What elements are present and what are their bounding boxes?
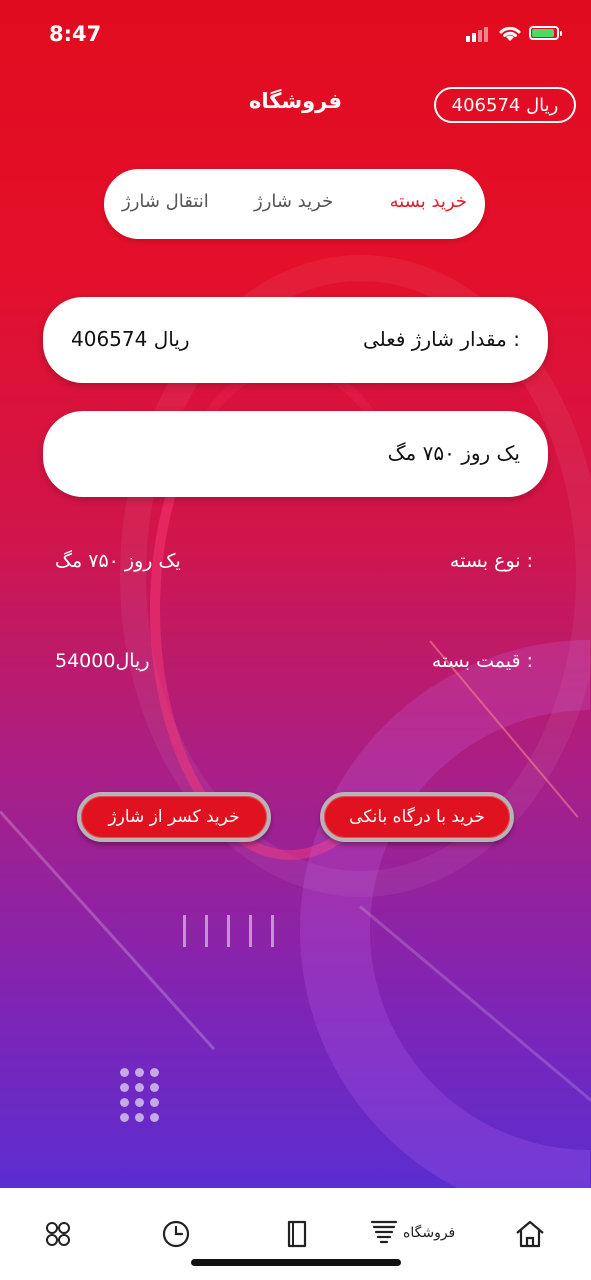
package-type-value: یک روز ۷۵۰ مگ (55, 550, 181, 572)
package-price-label: قیمت بسته : (431, 650, 533, 672)
tab-bar: خرید بسته خرید شارژ انتقال شارژ (104, 169, 485, 239)
apps-icon (46, 1222, 70, 1246)
nav-store[interactable]: فروشگاه (369, 1218, 455, 1248)
battery-icon (529, 26, 562, 40)
decor-line (359, 905, 591, 1120)
package-type-label: نوع بسته : (449, 550, 533, 572)
tab-buy-charge[interactable]: خرید شارژ (254, 191, 333, 212)
balance-badge: 406574 ریال (434, 87, 576, 123)
nav-history[interactable] (160, 1218, 192, 1250)
nav-store-label: فروشگاه (403, 1225, 456, 1241)
status-time: 8:47 (49, 22, 102, 46)
decor-dots (120, 1068, 159, 1122)
current-charge-value: 406574 ریال (71, 327, 190, 351)
book-icon (287, 1220, 307, 1248)
nav-home[interactable] (513, 1218, 547, 1250)
package-select[interactable]: یک روز ۷۵۰ مگ (43, 411, 548, 497)
tab-buy-package[interactable]: خرید بسته (390, 191, 467, 212)
bottom-nav: فروشگاه (0, 1188, 591, 1280)
package-select-value: یک روز ۷۵۰ مگ (387, 441, 520, 465)
nav-book[interactable] (283, 1218, 311, 1250)
decor-bars (183, 915, 274, 947)
package-price-value: 54000ریال (55, 650, 150, 672)
wifi-icon (499, 26, 521, 41)
buy-bank-gateway-button[interactable]: خرید با درگاه بانکی (320, 792, 514, 842)
nav-apps[interactable] (42, 1218, 74, 1250)
current-charge-card: مقدار شارژ فعلی : 406574 ریال (43, 297, 548, 383)
store-icon (370, 1220, 398, 1244)
home-indicator (191, 1259, 401, 1266)
current-charge-label: مقدار شارژ فعلی : (362, 327, 520, 351)
signal-icon (466, 27, 488, 42)
decor-half-ring (300, 640, 590, 1188)
status-bar: 8:47 (0, 0, 591, 70)
clock-icon (162, 1220, 190, 1248)
home-icon (516, 1220, 544, 1248)
buy-from-charge-button[interactable]: خرید کسر از شارژ (77, 792, 271, 842)
tab-transfer-charge[interactable]: انتقال شارژ (122, 191, 209, 212)
